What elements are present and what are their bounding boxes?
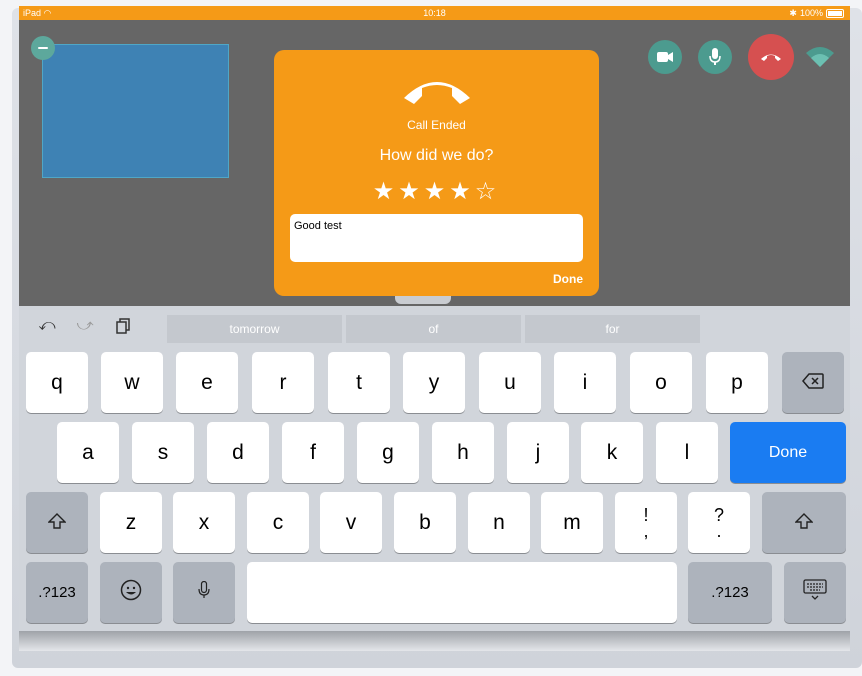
keyboard-toolbar: ⤺ ⤻ tomorrow of for	[19, 306, 850, 348]
key-o[interactable]: o	[630, 352, 692, 413]
emoji-icon	[120, 579, 142, 607]
hang-up-icon[interactable]	[748, 34, 794, 80]
key-n[interactable]: n	[468, 492, 530, 553]
key-w[interactable]: w	[101, 352, 163, 413]
key-z[interactable]: z	[100, 492, 162, 553]
emoji-key[interactable]	[100, 562, 162, 623]
backspace-key[interactable]	[782, 352, 844, 413]
shift-icon	[47, 511, 67, 535]
key-c[interactable]: c	[247, 492, 309, 553]
feedback-input[interactable]: Good test	[290, 214, 583, 262]
paste-icon[interactable]	[113, 316, 133, 336]
key-v[interactable]: v	[320, 492, 382, 553]
shift-left-key[interactable]	[26, 492, 88, 553]
backspace-icon	[802, 371, 824, 395]
key-s[interactable]: s	[132, 422, 194, 483]
key-i[interactable]: i	[554, 352, 616, 413]
key-t[interactable]: t	[328, 352, 390, 413]
rating-prompt: How did we do?	[379, 147, 494, 164]
key-u[interactable]: u	[479, 352, 541, 413]
star-rating[interactable]: ★★★★☆	[274, 177, 599, 205]
key-r[interactable]: r	[252, 352, 314, 413]
key-g[interactable]: g	[357, 422, 419, 483]
suggestion-1[interactable]: tomorrow	[167, 315, 342, 343]
key-m[interactable]: m	[541, 492, 603, 553]
keyboard-done-button[interactable]: Done	[730, 422, 846, 483]
call-status: Call Ended	[407, 118, 466, 132]
undo-icon[interactable]: ⤺	[37, 316, 57, 336]
shift-icon	[794, 511, 814, 535]
shift-right-key[interactable]	[762, 492, 846, 553]
key-period: .	[716, 520, 722, 541]
numbers-key-right[interactable]: .?123	[688, 562, 772, 623]
key-y[interactable]: y	[403, 352, 465, 413]
wifi-icon	[805, 42, 835, 72]
key-l[interactable]: l	[656, 422, 718, 483]
key-comma: ,	[643, 520, 649, 541]
microphone-icon[interactable]	[698, 40, 732, 74]
status-bar: iPad ◠ 10:18 ✱ 100%	[19, 6, 850, 20]
dialog-done-button[interactable]: Done	[553, 272, 583, 286]
redo-icon[interactable]: ⤻	[75, 316, 95, 336]
dictation-key[interactable]	[173, 562, 235, 623]
status-time: 10:18	[423, 8, 446, 18]
key-a[interactable]: a	[57, 422, 119, 483]
key-j[interactable]: j	[507, 422, 569, 483]
key-k[interactable]: k	[581, 422, 643, 483]
numbers-key-left[interactable]: .?123	[26, 562, 88, 623]
battery-percent: 100%	[799, 8, 823, 18]
key-e[interactable]: e	[176, 352, 238, 413]
key-b[interactable]: b	[394, 492, 456, 553]
bottom-shadow	[19, 631, 850, 651]
key-h[interactable]: h	[432, 422, 494, 483]
suggestion-2[interactable]: of	[346, 315, 521, 343]
space-key[interactable]	[247, 562, 677, 623]
dialog-tab	[395, 296, 451, 304]
ipad-screen: iPad ◠ 10:18 ✱ 100% Call Ended How did w…	[19, 6, 850, 631]
self-video-preview[interactable]	[42, 44, 229, 178]
video-camera-icon[interactable]	[648, 40, 682, 74]
key-question-period[interactable]: ?.	[688, 492, 750, 553]
key-p[interactable]: p	[706, 352, 768, 413]
key-d[interactable]: d	[207, 422, 269, 483]
key-q[interactable]: q	[26, 352, 88, 413]
phone-handset-icon	[400, 70, 474, 106]
bluetooth-icon: ✱	[789, 8, 797, 18]
keyboard-dismiss-icon	[803, 578, 827, 607]
battery-icon	[826, 8, 844, 18]
minimize-icon[interactable]	[31, 36, 55, 60]
suggestion-3[interactable]: for	[525, 315, 700, 343]
status-right: ✱ 100%	[789, 6, 844, 20]
key-exclaim-comma[interactable]: !,	[615, 492, 677, 553]
key-f[interactable]: f	[282, 422, 344, 483]
key-x[interactable]: x	[173, 492, 235, 553]
rating-dialog: Call Ended How did we do? ★★★★☆ Good tes…	[274, 50, 599, 296]
dismiss-keyboard-key[interactable]	[784, 562, 846, 623]
keyboard: ⤺ ⤻ tomorrow of for q w e r t y u i o p …	[19, 306, 850, 631]
dictation-icon	[198, 580, 210, 605]
